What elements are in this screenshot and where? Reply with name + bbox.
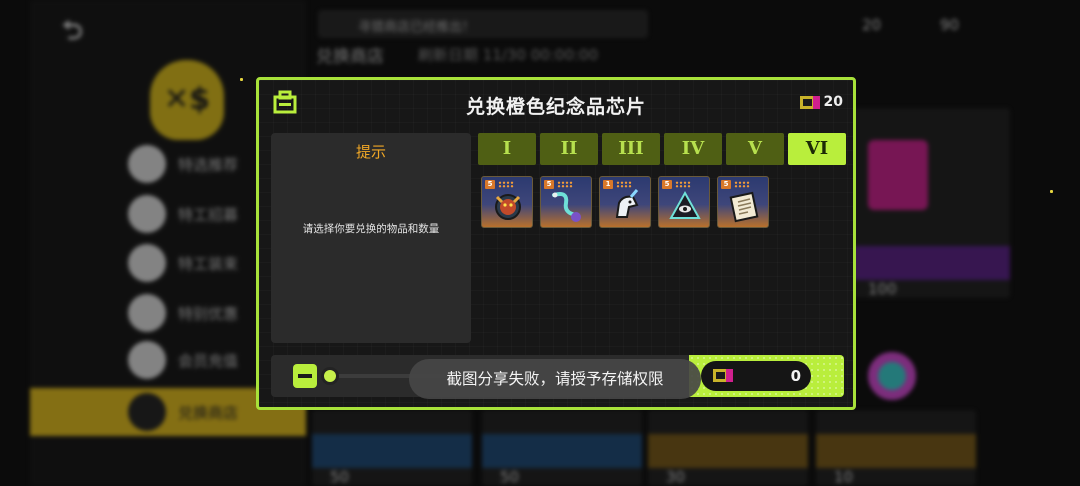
refresh-date: 刷新日期 11/30 00:00:00 xyxy=(418,46,599,64)
hint-panel: 提示 请选择你要兑换的物品和数量 xyxy=(271,133,471,343)
announcement-bar[interactable]: 寻猎商店已经推出！ xyxy=(318,10,648,38)
tab-tier-2[interactable]: II xyxy=(540,133,598,165)
demon-icon xyxy=(495,194,521,220)
quality-dots xyxy=(734,181,750,188)
discount-icon xyxy=(128,294,166,332)
toast-message: 截图分享失败，请授予存储权限 xyxy=(409,359,701,399)
shop-logo-icon: ✕$ xyxy=(150,60,224,140)
cost-display: 0 xyxy=(701,361,811,391)
quality-dots xyxy=(616,181,632,188)
quantity-slider-handle[interactable] xyxy=(321,367,339,385)
exchange-icon xyxy=(128,393,166,431)
back-arrow-icon[interactable]: ⮌ xyxy=(62,12,106,46)
tag-icon xyxy=(128,145,166,183)
exchange-button[interactable]: 0 xyxy=(689,355,844,397)
item-slot[interactable]: 5 xyxy=(717,176,769,228)
cup-icon xyxy=(128,195,166,233)
shop-card[interactable]: 10 xyxy=(816,410,976,486)
token-balance: 20 xyxy=(799,94,843,110)
rank-badge: 5 xyxy=(544,180,554,189)
item-slot[interactable]: 5 xyxy=(658,176,710,228)
quality-dots xyxy=(675,181,691,188)
modal-title: 兑换橙色纪念品芯片 xyxy=(465,96,646,118)
cost-value: 0 xyxy=(790,367,801,385)
shop-card[interactable]: 50 xyxy=(312,410,472,486)
item-slot[interactable]: 5 xyxy=(540,176,592,228)
shop-card[interactable]: 30 xyxy=(648,410,808,486)
rank-badge: 1 xyxy=(603,180,613,189)
item-slot[interactable]: 5 xyxy=(481,176,533,228)
scroll-icon xyxy=(729,191,759,223)
shop-title: 兑换商店 xyxy=(316,47,384,67)
sparkle xyxy=(240,78,243,81)
quality-dots xyxy=(557,181,573,188)
item-slot[interactable]: 1 xyxy=(599,176,651,228)
rank-badge: 5 xyxy=(485,180,495,189)
hint-title: 提示 xyxy=(355,143,386,161)
tab-tier-1[interactable]: I xyxy=(478,133,536,165)
shop-card[interactable]: 50 xyxy=(482,410,642,486)
rank-badge: 5 xyxy=(721,180,731,189)
ticket-icon xyxy=(713,369,733,382)
tab-tier-5[interactable]: V xyxy=(726,133,784,165)
serpent-icon xyxy=(552,192,581,222)
currency-coin: 90 xyxy=(940,16,960,34)
quality-dots xyxy=(498,181,514,188)
decrease-quantity-button[interactable] xyxy=(293,364,317,388)
pyramid-eye-icon xyxy=(669,190,701,219)
hint-text: 请选择你要兑换的物品和数量 xyxy=(302,223,440,235)
tab-tier-6[interactable]: VI xyxy=(788,133,846,165)
unicorn-icon xyxy=(615,189,639,218)
item-grid: 5 5 1 5 5 xyxy=(481,176,769,228)
target-icon xyxy=(128,341,166,379)
gift-box-icon xyxy=(868,140,928,210)
tab-tier-3[interactable]: III xyxy=(602,133,660,165)
ring-icon xyxy=(868,352,916,400)
shirt-icon xyxy=(128,244,166,282)
tier-tabs: I II III IV V VI xyxy=(478,133,846,165)
sparkle xyxy=(1050,190,1053,193)
rank-badge: 5 xyxy=(662,180,672,189)
ticket-icon xyxy=(799,95,820,109)
currency-ticket: 20 xyxy=(862,16,882,34)
tab-tier-4[interactable]: IV xyxy=(664,133,722,165)
